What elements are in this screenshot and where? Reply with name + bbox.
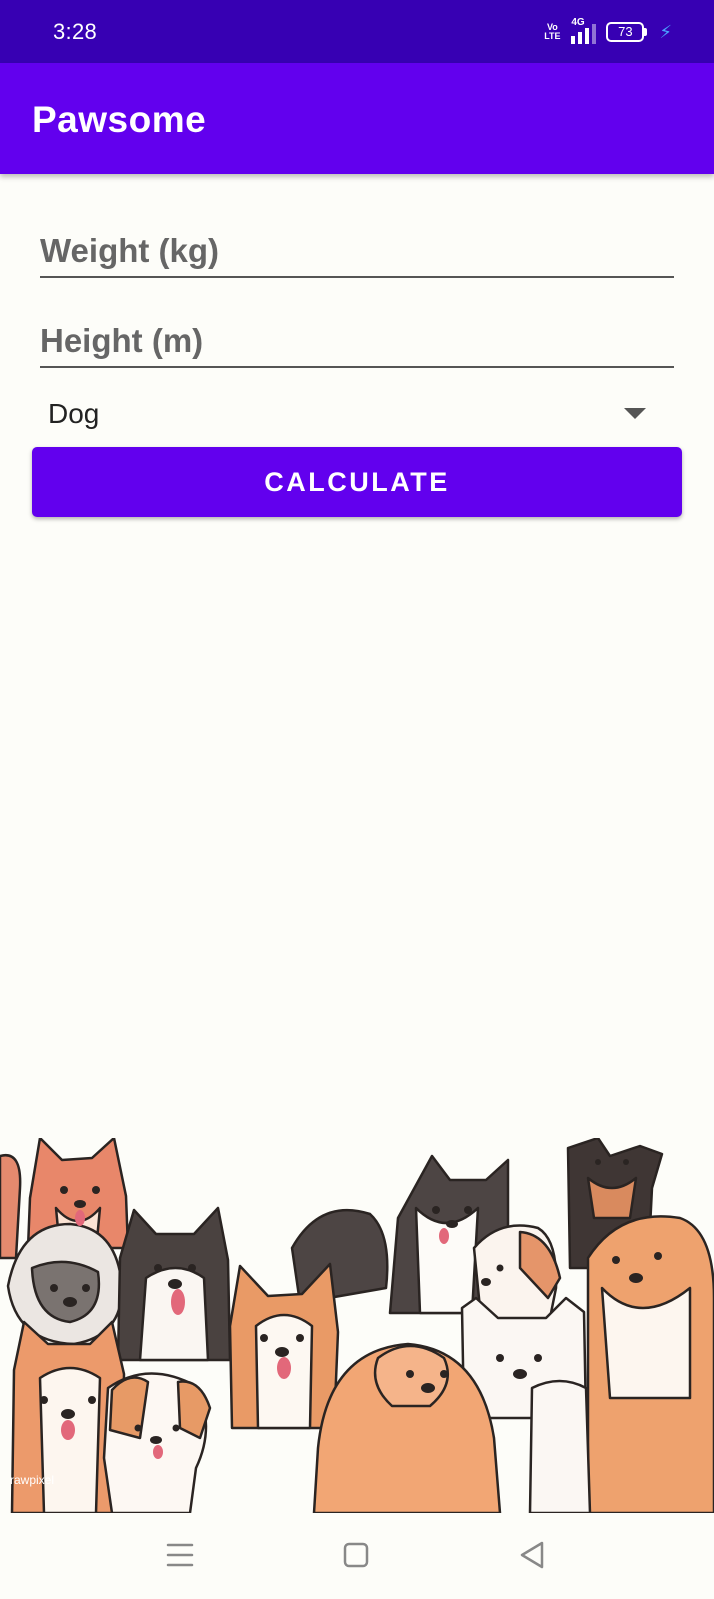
app-bar: Pawsome: [0, 63, 714, 174]
watermark-text: rawpixel: [10, 1473, 54, 1487]
calculate-button[interactable]: CALCULATE: [32, 447, 682, 517]
height-field[interactable]: [40, 316, 674, 368]
animal-type-dropdown[interactable]: Dog: [40, 392, 674, 436]
menu-icon[interactable]: [158, 1533, 202, 1577]
network-type-label: 4G: [571, 17, 585, 28]
volte-icon: Vo LTE: [543, 23, 561, 41]
dropdown-arrow-icon: [624, 408, 646, 419]
back-icon[interactable]: [510, 1533, 554, 1577]
weight-field[interactable]: [40, 226, 674, 278]
battery-level: 73: [606, 22, 645, 42]
app-title: Pawsome: [32, 99, 207, 140]
dogs-illustration: rawpixel: [0, 1138, 714, 1513]
signal-icon: 4G: [571, 17, 597, 44]
status-bar: 3:28 Vo LTE 4G 73 ⚡: [0, 0, 714, 63]
charging-icon: ⚡: [659, 21, 672, 42]
volte-icon-label-bottom: LTE: [544, 31, 561, 41]
status-icons: Vo LTE 4G 73 ⚡: [543, 17, 672, 46]
battery-icon: 73: [606, 22, 648, 42]
weight-input[interactable]: [40, 232, 674, 270]
home-icon[interactable]: [334, 1533, 378, 1577]
status-time: 3:28: [53, 19, 98, 44]
height-input[interactable]: [40, 322, 674, 360]
animal-type-selected: Dog: [48, 398, 100, 429]
navigation-bar: [0, 1513, 714, 1599]
